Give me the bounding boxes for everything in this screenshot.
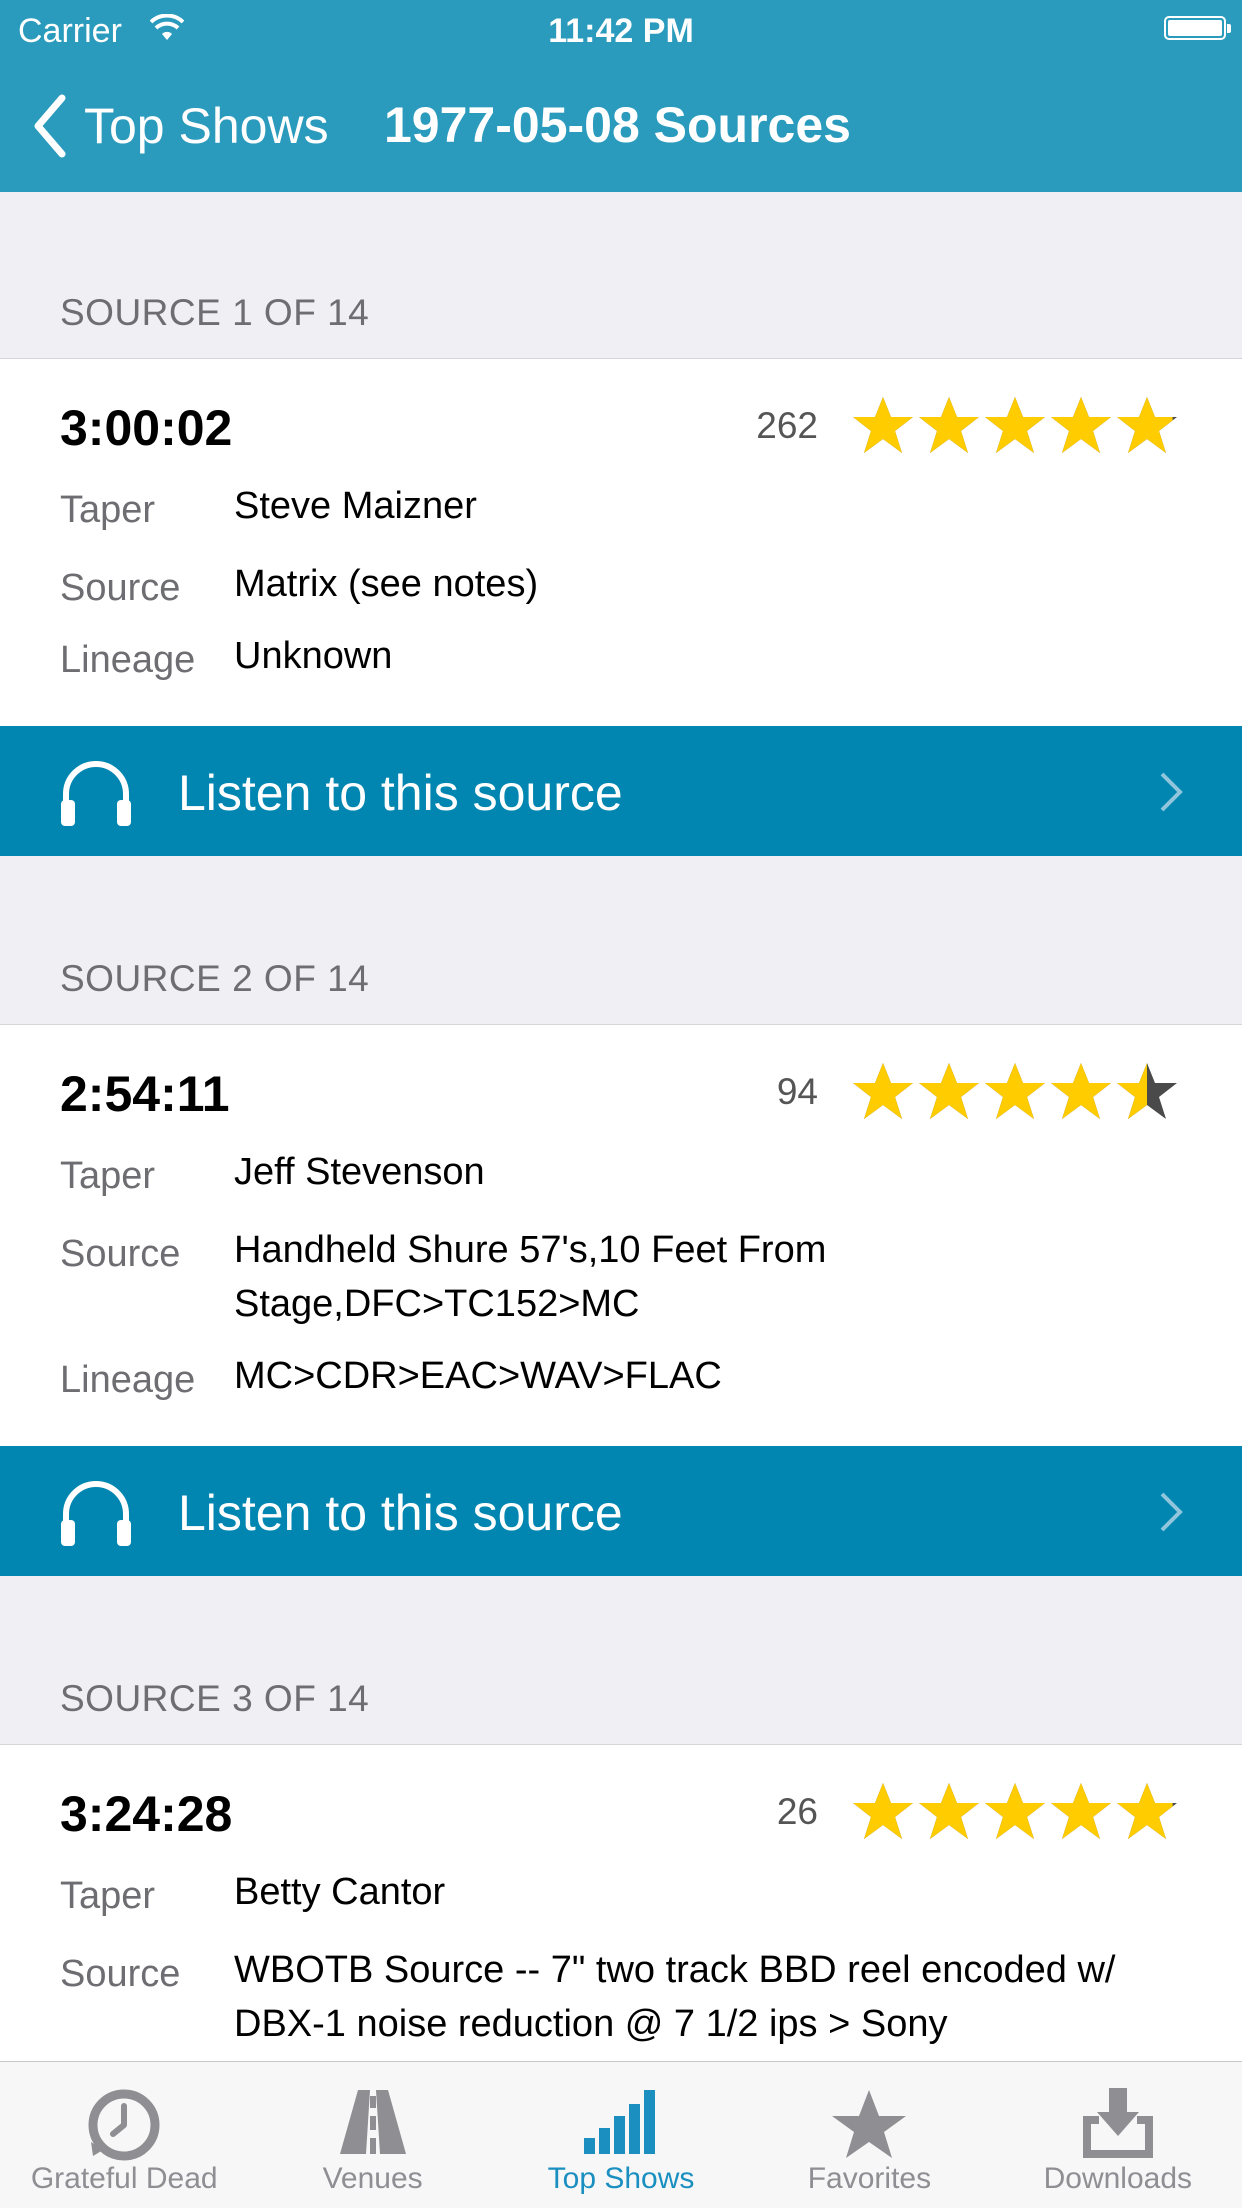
back-button[interactable]: Top Shows	[30, 94, 329, 158]
back-label: Top Shows	[84, 98, 329, 154]
tab-bar: Grateful Dead Venues Top Shows Favorites	[0, 2061, 1242, 2208]
road-icon	[339, 2090, 406, 2154]
tab-venues[interactable]: Venues	[248, 2062, 496, 2208]
chevron-left-icon	[34, 94, 66, 158]
duration: 3:24:28	[60, 1786, 233, 1842]
star-icon	[919, 1063, 979, 1119]
tab-label: Favorites	[807, 2162, 932, 2195]
taper-value: Steve Maizner	[234, 485, 477, 527]
taper-value: Betty Cantor	[234, 1871, 446, 1913]
tab-label: Venues	[322, 2162, 423, 2195]
star-icon	[853, 397, 913, 453]
star-icon	[985, 397, 1045, 453]
download-icon	[1082, 2088, 1153, 2158]
source-card: 2:54:11 94 Taper Jeff Stevenson Source H…	[0, 1024, 1242, 1446]
source-card: 3:24:28 26 Taper Betty Cantor Source WBO…	[0, 1744, 1242, 2074]
bars-icon	[584, 2090, 656, 2154]
taper-label: Taper	[60, 489, 156, 531]
rating-count: 262	[756, 405, 818, 446]
tab-label: Grateful Dead	[30, 2162, 218, 2195]
lineage-label: Lineage	[60, 1359, 196, 1401]
duration: 2:54:11	[60, 1066, 230, 1122]
taper-label: Taper	[60, 1875, 156, 1917]
section-header: SOURCE 1 OF 14	[60, 292, 370, 333]
navigation-bar: Top Shows 1977-05-08 Sources	[0, 60, 1242, 192]
battery-icon	[1164, 16, 1231, 40]
listen-button[interactable]: Listen to this source	[0, 1446, 1242, 1576]
headphones-icon	[61, 1481, 131, 1546]
listen-label: Listen to this source	[178, 765, 623, 821]
rating-count: 94	[776, 1071, 818, 1112]
tab-label: Top Shows	[547, 2162, 695, 2195]
star-rating	[850, 1059, 1180, 1123]
source-value: Handheld Shure 57's,10 Feet From Stage,D…	[234, 1229, 827, 1325]
rating-count: 26	[776, 1791, 818, 1832]
star-icon	[1117, 1783, 1177, 1839]
listen-label: Listen to this source	[178, 1485, 623, 1541]
page-title: 1977-05-08 Sources	[384, 97, 851, 153]
tab-favorites[interactable]: Favorites	[745, 2062, 993, 2208]
source-label: Source	[60, 1233, 181, 1275]
status-bar: Carrier 11:42 PM	[0, 0, 1242, 60]
source-label: Source	[60, 567, 181, 609]
lineage-label: Lineage	[60, 639, 196, 681]
star-icon	[1117, 1063, 1177, 1119]
star-icon	[1051, 1063, 1111, 1119]
tab-grateful-dead[interactable]: Grateful Dead	[0, 2062, 248, 2208]
star-icon	[985, 1783, 1045, 1839]
source-label: Source	[60, 1953, 181, 1995]
source-card: 3:00:02 262 Taper Steve Maizner Source M…	[0, 358, 1242, 726]
tab-downloads[interactable]: Downloads	[994, 2062, 1242, 2208]
star-icon	[919, 397, 979, 453]
top-bar: Carrier 11:42 PM Top Shows 1977-05-08 So…	[0, 0, 1242, 192]
star-icon	[1051, 397, 1111, 453]
source-value: WBOTB Source -- 7" two track BBD reel en…	[234, 1949, 1116, 2045]
tab-top-shows[interactable]: Top Shows	[497, 2062, 745, 2208]
listen-button[interactable]: Listen to this source	[0, 726, 1242, 856]
star-rating	[850, 393, 1180, 457]
star-icon	[1117, 397, 1177, 453]
headphones-icon	[61, 761, 131, 826]
duration: 3:00:02	[60, 400, 233, 456]
star-icon	[1051, 1783, 1111, 1839]
star-icon	[853, 1063, 913, 1119]
status-time: 11:42 PM	[548, 12, 694, 50]
star-rating	[850, 1779, 1180, 1843]
section-header: SOURCE 2 OF 14	[60, 958, 370, 999]
chevron-right-icon	[1160, 1492, 1183, 1532]
tab-label: Downloads	[1043, 2162, 1193, 2195]
star-icon	[985, 1063, 1045, 1119]
chevron-right-icon	[1160, 772, 1183, 812]
star-icon	[853, 1783, 913, 1839]
taper-label: Taper	[60, 1155, 156, 1197]
section-header: SOURCE 3 OF 14	[60, 1678, 370, 1719]
star-icon	[919, 1783, 979, 1839]
lineage-value: Unknown	[234, 635, 393, 677]
taper-value: Jeff Stevenson	[234, 1151, 485, 1193]
star-icon	[832, 2090, 907, 2158]
lineage-value: MC>CDR>EAC>WAV>FLAC	[234, 1355, 722, 1397]
source-value: Matrix (see notes)	[234, 563, 539, 605]
clock-icon	[88, 2089, 160, 2161]
